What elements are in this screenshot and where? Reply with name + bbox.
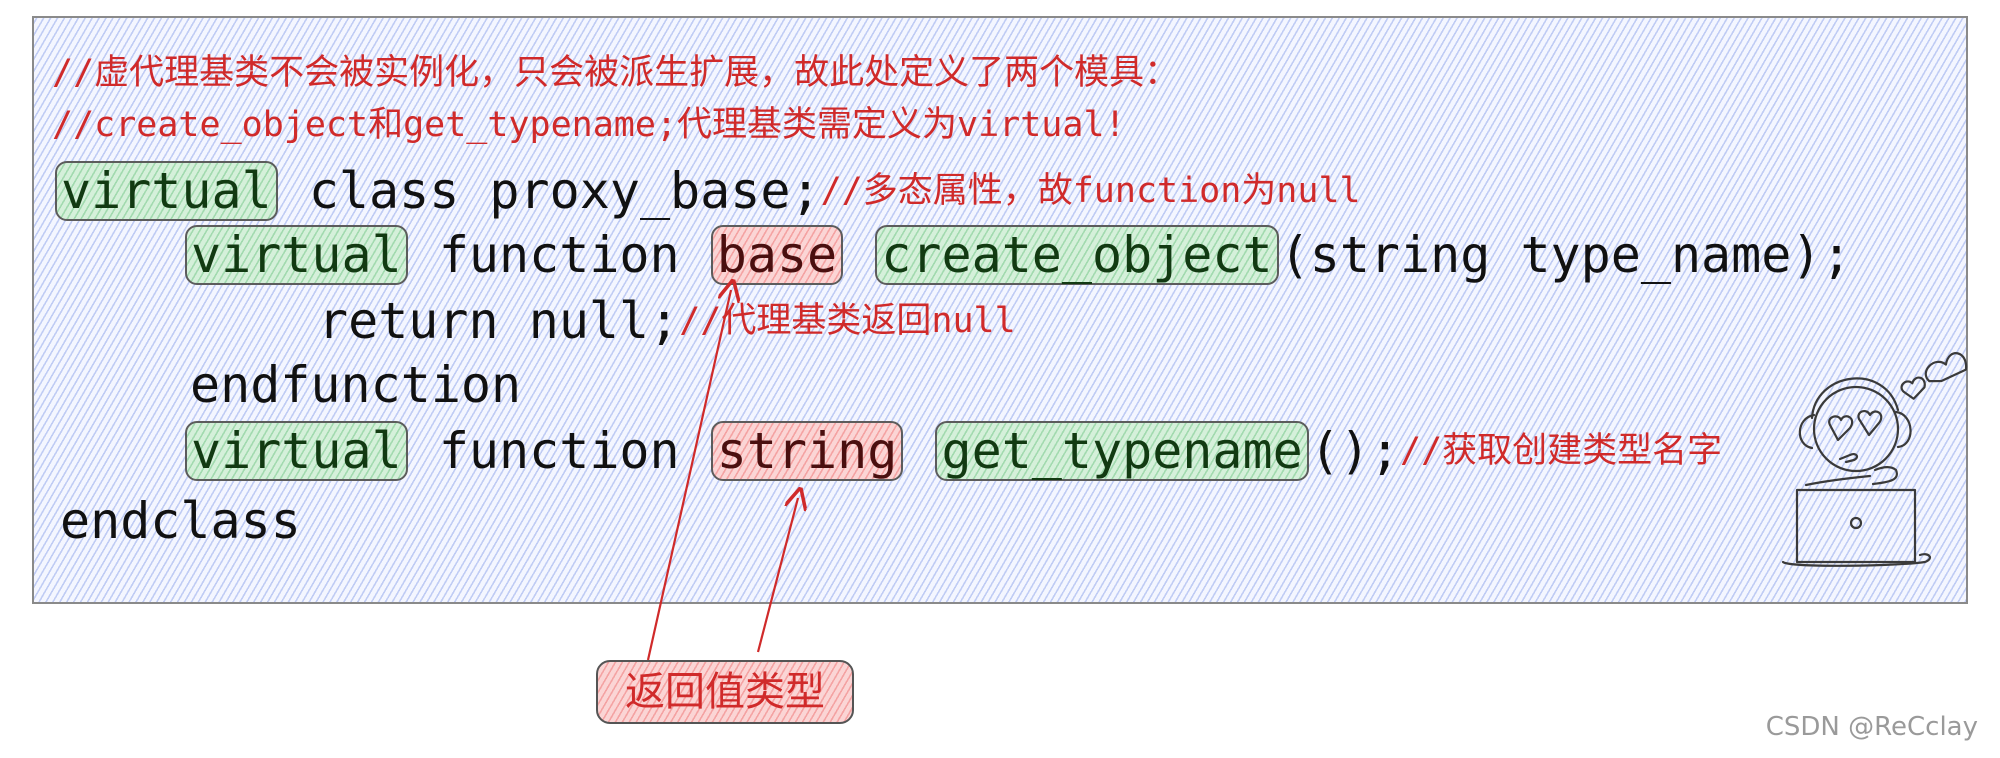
watermark: CSDN @ReCclay xyxy=(1765,712,1978,742)
return-type-label: 返回值类型 xyxy=(596,660,854,724)
heart-eye-right-icon xyxy=(1857,409,1883,437)
heart-large-icon xyxy=(1924,352,1968,383)
arrow-to-base xyxy=(646,290,731,661)
arrow-to-string xyxy=(756,498,798,653)
annotation-overlay xyxy=(646,0,1968,661)
heart-eye-left-icon xyxy=(1828,415,1854,442)
heart-small-icon xyxy=(1900,376,1926,400)
mascot-person-laptop-icon xyxy=(1781,352,1968,567)
